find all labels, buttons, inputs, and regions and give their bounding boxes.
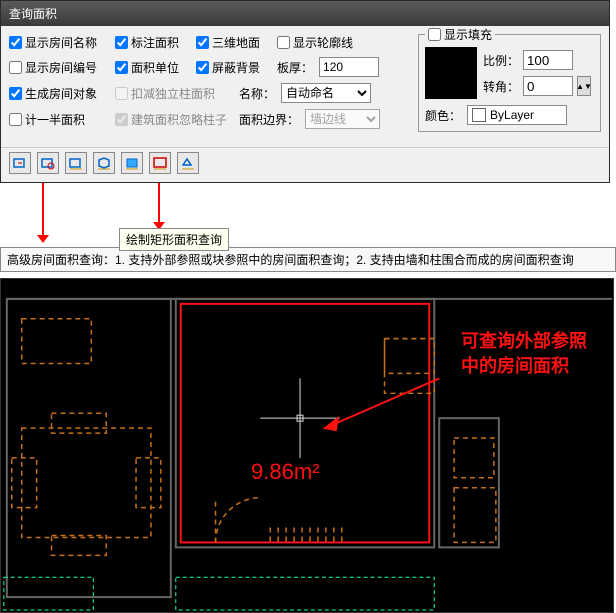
cad-viewport[interactable]: 可查询外部参照 中的房间面积 9.86m² (0, 278, 614, 613)
area-value-text: 9.86m² (251, 459, 319, 485)
area-query-dialog: 查询面积 显示房间名称 标注面积 三维地面 显示轮廓线 显示房间编号 面积单位 … (0, 0, 610, 183)
dialog-content: 显示房间名称 标注面积 三维地面 显示轮廓线 显示房间编号 面积单位 屏蔽背景 … (1, 26, 609, 143)
tool-btn-4[interactable] (93, 152, 115, 174)
info-bar: 高级房间面积查询：1. 支持外部参照或块参照中的房间面积查询；2. 支持由墙和柱… (0, 247, 616, 272)
chk-room-name[interactable]: 显示房间名称 (9, 34, 109, 51)
chk-area-unit[interactable]: 面积单位 (115, 59, 190, 76)
sel-name[interactable]: 自动命名 (281, 83, 371, 103)
lbl-slab-thick: 板厚： (277, 59, 313, 76)
chk-gen-room-obj[interactable]: 生成房间对象 (9, 85, 109, 102)
chk-room-number[interactable]: 显示房间编号 (9, 59, 109, 76)
input-rotate[interactable] (523, 76, 573, 96)
chk-ignore-col: 建筑面积忽略柱子 (115, 111, 233, 128)
toolbar (1, 147, 609, 182)
chk-show-outline[interactable]: 显示轮廓线 (277, 34, 353, 51)
right-column: 显示填充 比例： 转角： ▲▼ (418, 34, 601, 135)
lbl-area-bound: 面积边界： (239, 111, 299, 128)
lbl-rotate: 转角： (483, 78, 519, 95)
chk-half-area[interactable]: 计一半面积 (9, 111, 109, 128)
tool-btn-1[interactable] (9, 152, 31, 174)
rotate-spinner[interactable]: ▲▼ (577, 76, 591, 96)
sel-color[interactable]: ByLayer (467, 105, 567, 125)
fill-swatch[interactable] (425, 47, 477, 99)
annotation-arrows: 绘制矩形面积查询 (0, 183, 616, 245)
annotation-label: 可查询外部参照 中的房间面积 (461, 329, 587, 379)
chk-label-area[interactable]: 标注面积 (115, 34, 190, 51)
dialog-title: 查询面积 (1, 1, 609, 26)
color-chip (472, 108, 486, 122)
input-scale[interactable] (523, 50, 573, 70)
tool-btn-2[interactable] (37, 152, 59, 174)
fill-section: 显示填充 比例： 转角： ▲▼ (418, 34, 601, 132)
input-slab-thick[interactable] (319, 57, 379, 77)
tool-btn-6[interactable] (149, 152, 171, 174)
tool-btn-7[interactable] (177, 152, 199, 174)
tool-btn-5[interactable] (121, 152, 143, 174)
color-value: ByLayer (490, 108, 534, 122)
lbl-color: 颜色： (425, 107, 461, 124)
chk-mask-bg[interactable]: 屏蔽背景 (196, 59, 271, 76)
lbl-name: 名称： (239, 85, 275, 102)
chk-show-fill[interactable]: 显示填充 (425, 26, 495, 43)
tooltip-draw-rect: 绘制矩形面积查询 (119, 228, 229, 251)
sel-area-bound[interactable]: 墙边线 (305, 109, 380, 129)
left-column: 显示房间名称 标注面积 三维地面 显示轮廓线 显示房间编号 面积单位 屏蔽背景 … (9, 34, 414, 135)
chk-deduct-col: 扣减独立柱面积 (115, 85, 233, 102)
chk-3d-floor[interactable]: 三维地面 (196, 34, 271, 51)
lbl-scale: 比例： (483, 52, 519, 69)
tool-btn-3[interactable] (65, 152, 87, 174)
